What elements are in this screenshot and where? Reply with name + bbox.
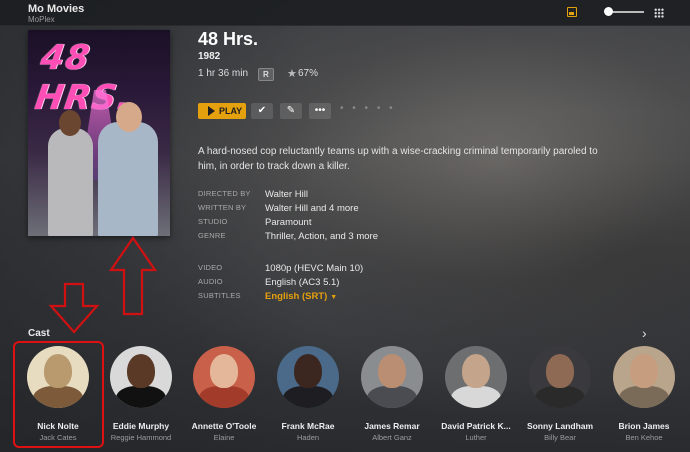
server-name: MoPlex	[28, 15, 55, 24]
background-art-icon[interactable]	[567, 7, 577, 17]
annotation-arrow-up	[108, 236, 158, 316]
edit-button[interactable]: ✎	[280, 103, 302, 119]
cast-name: Nick Nolte	[37, 421, 79, 431]
subtitles-dropdown[interactable]: English (SRT) ▼	[265, 291, 337, 302]
detail-label: DIRECTED BY	[198, 189, 251, 198]
more-button[interactable]: •••	[309, 103, 331, 119]
cast-name: Eddie Murphy	[112, 421, 170, 431]
video-info: 1080p (HEVC Main 10)	[265, 263, 364, 274]
cast-name: Annette O'Toole	[191, 421, 257, 431]
play-icon	[208, 106, 215, 116]
cast-avatar[interactable]	[27, 346, 89, 408]
cast-name: James Remar	[364, 421, 420, 431]
check-circle-icon: ✔	[257, 105, 267, 116]
cast-avatar[interactable]	[445, 346, 507, 408]
library-title[interactable]: Mo Movies	[28, 3, 84, 15]
cast-avatar[interactable]	[277, 346, 339, 408]
movie-year[interactable]: 1982	[198, 51, 220, 62]
mark-watched-button[interactable]: ✔	[251, 103, 273, 119]
cast-card[interactable]: Annette O'Toole Elaine	[181, 346, 263, 446]
cast-card[interactable]: David Patrick K... Luther	[433, 346, 515, 446]
cast-avatar[interactable]	[361, 346, 423, 408]
subtitles-value: English (SRT)	[265, 291, 328, 302]
genre-link[interactable]: Thriller, Action, and 3 more	[265, 231, 378, 242]
cast-role: Ben Kehoe	[625, 433, 663, 442]
movie-title: 48 Hrs.	[198, 29, 259, 49]
audience-score: 67%	[298, 68, 319, 79]
ellipsis-icon: •••	[314, 105, 326, 116]
cast-avatar[interactable]	[193, 346, 255, 408]
movie-poster[interactable]: 48 HRS.	[28, 30, 170, 236]
cast-card[interactable]: Sonny Landham Billy Bear	[517, 346, 599, 446]
cast-card[interactable]: James Remar Albert Ganz	[349, 346, 431, 446]
director-link[interactable]: Walter Hill	[265, 189, 308, 200]
cast-card[interactable]: Frank McRae Haden	[265, 346, 347, 446]
grid-view-icon[interactable]	[654, 8, 664, 18]
detail-label: AUDIO	[198, 277, 223, 286]
detail-label: WRITTEN BY	[198, 203, 247, 212]
content-rating-badge: R	[258, 68, 274, 81]
slider-knob[interactable]	[604, 7, 613, 16]
chevron-right-icon[interactable]: ›	[642, 325, 647, 341]
cast-name: Sonny Landham	[526, 421, 594, 431]
cast-avatar[interactable]	[110, 346, 172, 408]
cast-name: Frank McRae	[281, 421, 335, 431]
cast-role: Haden	[296, 433, 320, 442]
cast-role: Jack Cates	[39, 433, 77, 442]
cast-card[interactable]: Brion James Ben Kehoe	[601, 346, 683, 446]
play-label: PLAY	[219, 106, 243, 116]
detail-label: STUDIO	[198, 217, 228, 226]
detail-label: SUBTITLES	[198, 291, 241, 300]
poster-figure-left	[48, 110, 93, 236]
top-bar: Mo Movies MoPlex	[0, 0, 690, 26]
studio-link[interactable]: Paramount	[265, 217, 311, 228]
cast-role: Luther	[465, 433, 487, 442]
cast-avatar[interactable]	[613, 346, 675, 408]
progress-dots: • • • • •	[340, 103, 396, 114]
detail-label: GENRE	[198, 231, 226, 240]
play-button[interactable]: PLAY	[198, 103, 246, 119]
movie-summary: A hard-nosed cop reluctantly teams up wi…	[198, 146, 598, 172]
annotation-arrow-down	[48, 282, 100, 334]
audio-select[interactable]: English (AC3 5.1)	[265, 277, 339, 288]
cast-role: Albert Ganz	[372, 433, 412, 442]
movie-duration: 1 hr 36 min	[198, 68, 249, 79]
detail-label: VIDEO	[198, 263, 223, 272]
cast-name: David Patrick K...	[441, 421, 511, 431]
chevron-down-icon: ▼	[330, 294, 338, 301]
cast-name: Brion James	[618, 421, 670, 431]
cast-role: Elaine	[213, 433, 235, 442]
star-icon: ★	[287, 68, 297, 80]
cast-role: Billy Bear	[544, 433, 576, 442]
cast-heading: Cast	[28, 328, 50, 339]
pencil-icon: ✎	[286, 105, 296, 116]
poster-figure-right	[98, 102, 158, 236]
cast-card[interactable]: Eddie Murphy Reggie Hammond	[98, 346, 180, 446]
cast-card[interactable]: Nick Nolte Jack Cates	[15, 346, 97, 446]
writer-link[interactable]: Walter Hill and 4 more	[265, 203, 359, 214]
cast-avatar[interactable]	[529, 346, 591, 408]
cast-role: Reggie Hammond	[110, 433, 172, 442]
